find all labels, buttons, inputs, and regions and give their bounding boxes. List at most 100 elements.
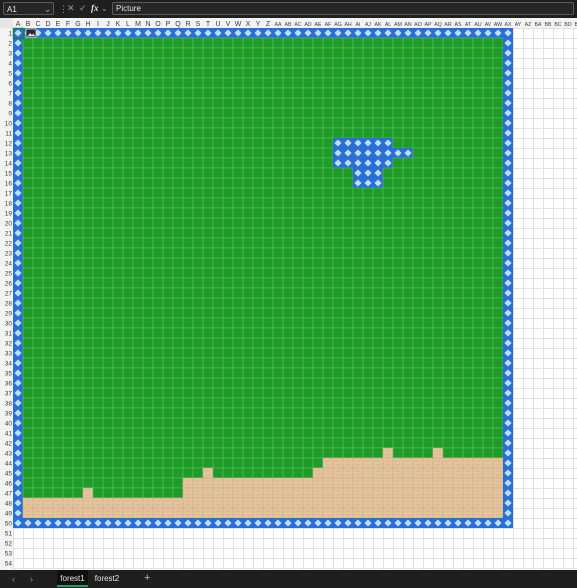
add-sheet-button[interactable]: +	[144, 572, 150, 585]
row-header[interactable]: 36	[5, 381, 13, 388]
column-header[interactable]: AP	[425, 22, 432, 28]
row-header[interactable]: 43	[5, 451, 13, 458]
column-header[interactable]: AJ	[365, 22, 371, 28]
column-header[interactable]: P	[166, 21, 171, 28]
row-header[interactable]: 35	[5, 371, 13, 378]
column-header[interactable]: AF	[325, 22, 332, 28]
column-header[interactable]: BB	[545, 22, 552, 28]
column-header[interactable]: M	[135, 21, 141, 28]
row-header[interactable]: 17	[5, 191, 13, 198]
row-header[interactable]: 25	[5, 271, 13, 278]
function-menu-icon[interactable]: ⌄	[101, 2, 108, 15]
column-header[interactable]: AR	[444, 22, 451, 28]
column-header[interactable]: S	[196, 21, 201, 28]
row-header[interactable]: 6	[8, 81, 12, 88]
row-header[interactable]: 10	[5, 121, 13, 128]
column-header[interactable]: V	[226, 21, 231, 28]
column-header[interactable]: U	[215, 21, 220, 28]
row-header[interactable]: 44	[5, 461, 13, 468]
row-header[interactable]: 40	[5, 421, 13, 428]
row-header[interactable]: 52	[5, 541, 13, 548]
column-header[interactable]: O	[155, 21, 161, 28]
column-header[interactable]: BC	[554, 22, 561, 28]
column-header[interactable]: N	[145, 21, 150, 28]
column-header[interactable]: C	[35, 21, 40, 28]
column-header[interactable]: AO	[414, 22, 422, 28]
row-header[interactable]: 45	[5, 471, 13, 478]
column-header[interactable]: R	[185, 21, 190, 28]
column-header[interactable]: AS	[455, 22, 462, 28]
row-header[interactable]: 31	[5, 331, 13, 338]
worksheet-canvas[interactable]: A B C D E F G H I J K L M N O P Q R S T U V W X Y Z AA AB AC AD AE AF AG…	[0, 18, 577, 570]
column-header[interactable]: A	[16, 21, 21, 28]
row-header[interactable]: 18	[5, 201, 13, 208]
row-header[interactable]: 21	[5, 231, 13, 238]
column-header[interactable]: AH	[344, 22, 351, 28]
row-header[interactable]: 23	[5, 251, 13, 258]
column-header[interactable]: D	[45, 21, 50, 28]
column-header[interactable]: H	[85, 21, 90, 28]
column-header[interactable]: AD	[304, 22, 311, 28]
row-header[interactable]: 19	[5, 211, 13, 218]
row-header[interactable]: 42	[5, 441, 13, 448]
column-header[interactable]: AQ	[434, 22, 442, 28]
column-header[interactable]: AT	[465, 22, 472, 28]
row-header[interactable]: 16	[5, 181, 13, 188]
row-header[interactable]: 29	[5, 311, 13, 318]
column-header[interactable]: X	[246, 21, 251, 28]
column-header[interactable]: K	[116, 21, 121, 28]
row-header[interactable]: 33	[5, 351, 13, 358]
column-header[interactable]: AX	[505, 22, 512, 28]
column-header[interactable]: L	[126, 21, 130, 28]
column-header[interactable]: G	[75, 21, 80, 28]
name-box[interactable]: A1 ⌄	[3, 2, 54, 15]
column-header[interactable]: AZ	[525, 22, 532, 28]
column-header[interactable]: AL	[385, 22, 391, 28]
row-header[interactable]: 22	[5, 241, 13, 248]
row-header[interactable]: 53	[5, 551, 13, 558]
row-header[interactable]: 5	[8, 71, 12, 78]
previous-sheet-icon[interactable]: ‹	[12, 574, 15, 584]
tab-forest1[interactable]: forest1	[57, 570, 88, 587]
column-header[interactable]: T	[206, 21, 211, 28]
column-header[interactable]: AW	[494, 22, 502, 28]
next-sheet-icon[interactable]: ›	[30, 574, 33, 584]
column-header[interactable]: AC	[294, 22, 301, 28]
row-header[interactable]: 8	[8, 101, 12, 108]
formula-input[interactable]: Picture	[112, 2, 574, 15]
column-header[interactable]: AB	[285, 22, 292, 28]
row-header[interactable]: 9	[8, 111, 12, 118]
row-header[interactable]: 15	[5, 171, 13, 178]
column-header[interactable]: AM	[394, 22, 402, 28]
row-header[interactable]: 28	[5, 301, 13, 308]
column-header[interactable]: BD	[564, 22, 571, 28]
column-header[interactable]: Z	[266, 21, 271, 28]
column-header[interactable]: Y	[256, 21, 261, 28]
column-header[interactable]: W	[235, 21, 242, 28]
row-header[interactable]: 1	[8, 31, 12, 38]
column-header[interactable]: AG	[334, 22, 342, 28]
row-header[interactable]: 11	[5, 131, 12, 138]
select-all-corner[interactable]	[0, 18, 13, 28]
row-header[interactable]: 54	[5, 561, 13, 568]
row-header[interactable]: 46	[5, 481, 13, 488]
column-header[interactable]: AV	[485, 22, 492, 28]
column-header[interactable]: AU	[474, 22, 481, 28]
column-header[interactable]: AK	[375, 22, 382, 28]
column-header[interactable]: Q	[175, 21, 181, 28]
row-header[interactable]: 47	[5, 491, 13, 498]
column-header[interactable]: B	[26, 21, 31, 28]
row-header[interactable]: 2	[8, 41, 12, 48]
row-header[interactable]: 14	[5, 161, 13, 168]
row-header[interactable]: 13	[5, 151, 13, 158]
row-header[interactable]: 3	[8, 51, 12, 58]
column-header[interactable]: J	[106, 21, 110, 28]
column-header[interactable]: AA	[275, 22, 282, 28]
tab-forest2[interactable]: forest2	[91, 570, 123, 587]
column-header[interactable]: AI	[356, 22, 361, 28]
row-header[interactable]: 49	[5, 511, 13, 518]
row-header[interactable]: 34	[5, 361, 13, 368]
chevron-down-icon[interactable]: ⌄	[44, 3, 51, 16]
column-header[interactable]: AY	[515, 22, 522, 28]
row-header[interactable]: 30	[5, 321, 13, 328]
